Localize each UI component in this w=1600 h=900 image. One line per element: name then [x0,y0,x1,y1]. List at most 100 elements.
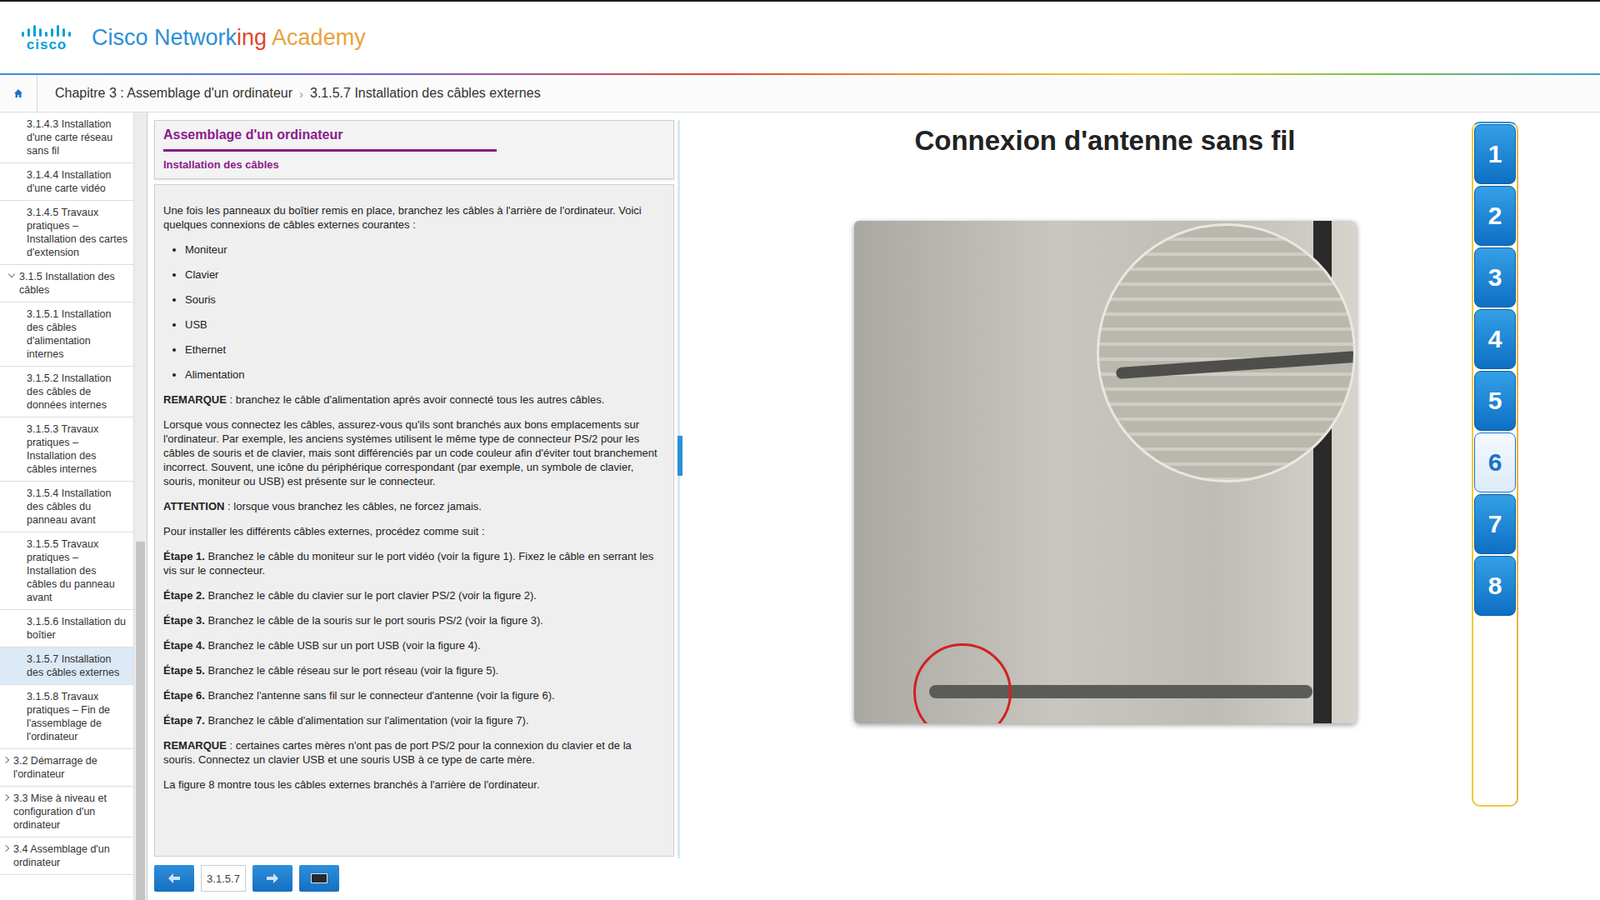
panel-divider[interactable] [677,120,689,859]
sidebar-list: 3.1.4.3 Installation d'une carte réseau … [0,112,135,900]
fullscreen-button[interactable] [299,865,340,892]
sidebar-item-label: 3.1.4.5 Travaux pratiques – Installation… [26,206,128,259]
title-part: Academy [266,25,366,50]
sidebar-item-label: 3.1.5.5 Travaux pratiques – Installation… [26,538,115,604]
photo-antenna [929,685,1313,699]
paragraph: REMARQUE : branchez le câble d'alimentat… [163,392,660,407]
sidebar-item[interactable]: 3.1.5.3 Travaux pratiques – Installation… [0,417,134,482]
cisco-logo[interactable]: cisco [20,23,74,52]
cable-list-item: Souris [185,292,660,307]
sidebar-item[interactable]: 3.1.5.1 Installation des câbles d'alimen… [0,302,134,367]
breadcrumb: Chapitre 3 : Assemblage d'un ordinateur ›… [0,75,1600,113]
figure-tab[interactable]: 1 [1474,124,1516,185]
photo-zoom-antenna [1115,350,1355,380]
content-body: Une fois les panneaux du boîtier remis e… [154,184,675,857]
paragraph: Pour installer les différents câbles ext… [163,524,660,539]
cisco-bars-icon [20,23,74,37]
sidebar-item-label: 3.4 Assemblage d'un ordinateur [13,843,110,869]
sidebar-item[interactable]: 3.1.5.4 Installation des câbles du panne… [0,481,134,533]
paragraph: Étape 1. Branchez le câble du moniteur s… [163,549,660,578]
sidebar-item[interactable]: 3.1.5.8 Travaux pratiques – Fin de l'ass… [0,685,134,750]
main-area: 3.1.4.3 Installation d'une carte réseau … [0,112,1600,900]
paragraph: Étape 3. Branchez le câble de la souris … [163,613,660,628]
chevron-icon [2,756,10,764]
sidebar-item-label: 3.1.5.8 Travaux pratiques – Fin de l'ass… [26,690,110,743]
figure-area: Connexion d'antenne sans fil12345678 [688,112,1600,900]
sidebar-item-label: 3.1.4.4 Installation d'une carte vidéo [26,169,111,195]
paragraph: Une fois les panneaux du boîtier remis e… [163,203,660,232]
breadcrumb-item[interactable]: Chapitre 3 : Assemblage d'un ordinateur [55,85,293,101]
sidebar-item[interactable]: 3.1.4.5 Travaux pratiques – Installation… [0,200,134,265]
figure-tab[interactable]: 4 [1474,309,1516,370]
sidebar-item-label: 3.1.5.6 Installation du boîtier [26,615,126,641]
sidebar-item[interactable]: 3.1.5.5 Travaux pratiques – Installation… [0,532,134,610]
cable-list-item: USB [185,317,660,332]
title-underline [163,149,497,152]
arrow-left-icon [168,873,180,884]
next-button[interactable] [252,865,293,892]
sidebar-item-label: 3.2 Démarrage de l'ordinateur [13,755,98,780]
sidebar-item[interactable]: 3.4 Assemblage d'un ordinateur [0,837,134,875]
sidebar-item[interactable]: 3.3 Mise à niveau et configuration d'un … [0,786,134,838]
sidebar-item[interactable]: 3.1.4.3 Installation d'une carte réseau … [0,112,134,164]
sidebar-item[interactable]: 3.1.5.7 Installation des câbles externes [0,647,134,685]
figure-tab[interactable]: 2 [1474,185,1516,246]
chevron-icon [2,794,10,801]
figure-tab[interactable]: 5 [1474,370,1516,431]
chevron-icon [2,845,10,852]
sidebar-item[interactable]: 3.2 Démarrage de l'ordinateur [0,749,134,787]
figure-tab[interactable]: 3 [1474,247,1516,308]
logo-text: cisco [26,37,67,52]
paragraph: Étape 5. Branchez le câble réseau sur le… [163,663,660,678]
page-number[interactable]: 3.1.5.7 [200,865,246,892]
sidebar-item[interactable]: 3.1.5.2 Installation des câbles de donné… [0,366,134,418]
breadcrumb-item[interactable]: 3.1.5.7 Installation des câbles externes [310,85,541,101]
paragraph: Étape 4. Branchez le câble USB sur un po… [163,638,660,653]
cable-list-item: Clavier [185,267,660,282]
divider-handle[interactable] [677,435,683,476]
sidebar-item-label: 3.3 Mise à niveau et configuration d'un … [13,792,107,831]
paragraph: Étape 7. Branchez le câble d'alimentatio… [163,713,660,728]
sidebar-item-label: 3.1.5.3 Travaux pratiques – Installation… [26,423,99,475]
header: cisco Cisco Networking Academy [0,1,1600,74]
sidebar-item[interactable]: 3.1.5 Installation des câbles [0,265,134,303]
content-panel: Assemblage d'un ordinateur Installation d… [154,112,675,900]
browser-strip [0,0,1600,2]
paragraph: Lorsque vous connectez les câbles, assur… [163,417,660,489]
cable-list-item: Moniteur [185,242,660,257]
content-header: Assemblage d'un ordinateur Installation d… [154,120,675,180]
figure-tab[interactable]: 7 [1474,494,1516,555]
figure-tabs: 12345678 [1471,121,1519,807]
figure-tab[interactable]: 8 [1474,555,1516,616]
sidebar: 3.1.4.3 Installation d'une carte réseau … [0,112,148,900]
title-part: ing [236,25,267,50]
sidebar-scrollbar[interactable] [134,112,147,900]
cable-list-item: Ethernet [185,342,660,357]
figure-tab[interactable]: 6 [1474,432,1516,493]
figure-photo [854,220,1357,724]
app-window: cisco Cisco Networking Academy Chapitre 3 … [0,0,1600,900]
arrow-right-icon [266,873,279,884]
site-title: Cisco Networking Academy [91,24,366,51]
cable-list: Moniteur Clavier Souris USB Ethernet Alimenta… [163,242,660,382]
chevron-icon [8,270,15,278]
previous-button[interactable] [154,865,195,892]
cable-list-item: Alimentation [185,367,660,382]
paragraph: Étape 6. Branchez l'antenne sans fil sur… [163,688,660,703]
sidebar-item-label: 3.1.5.1 Installation des câbles d'alimen… [26,308,111,360]
paragraph: REMARQUE : certaines cartes mères n'ont … [163,738,660,767]
scrollbar-thumb[interactable] [135,541,145,900]
sidebar-item-label: 3.1.5.2 Installation des câbles de donné… [26,372,111,411]
photo-zoom-circle [1096,223,1356,483]
content-title: Assemblage d'un ordinateur [163,126,665,144]
paragraph: La figure 8 montre tous les câbles exter… [163,777,660,792]
breadcrumb-separator: › [299,86,304,101]
page-navigation: 3.1.5.7 [154,856,675,900]
content-subtitle: Installation des câbles [163,158,665,172]
home-icon [13,88,24,99]
home-button[interactable] [0,75,38,112]
paragraph: ATTENTION : lorsque vous branchez les câ… [163,499,660,514]
sidebar-item[interactable]: 3.1.4.4 Installation d'une carte vidéo [0,163,134,201]
sidebar-item[interactable]: 3.1.5.6 Installation du boîtier [0,610,134,648]
screen-icon [310,873,328,884]
